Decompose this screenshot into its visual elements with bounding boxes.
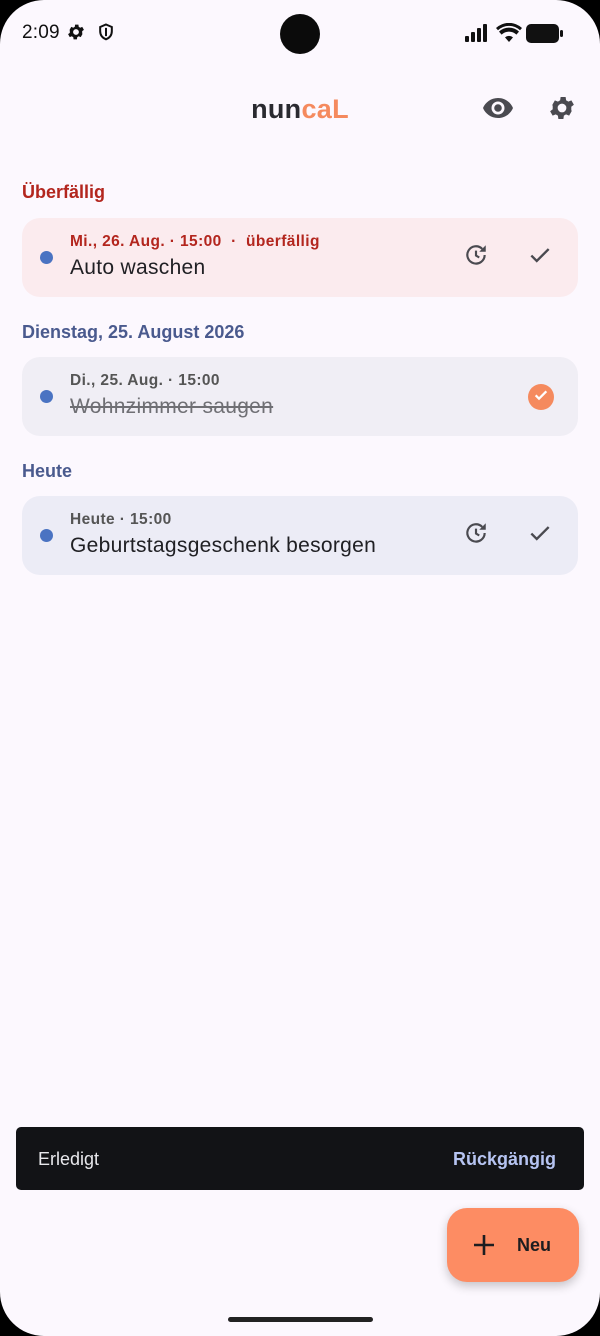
task-title: Auto waschen [70,256,206,279]
section-header-date: Dienstag, 25. August 2026 [22,322,245,342]
new-task-fab[interactable]: Neu [447,1208,579,1282]
reschedule-icon [463,520,489,551]
reschedule-button[interactable] [456,515,496,555]
visibility-button[interactable] [476,88,520,132]
top-app-bar: nuncaL [0,80,600,140]
settings-button[interactable] [540,88,584,132]
gear-icon [66,22,88,44]
wifi-icon [496,22,522,45]
home-indicator[interactable] [228,1317,373,1322]
section-header-overdue: Überfällig [22,182,106,202]
task-title: Geburtstagsgeschenk besorgen [70,534,377,557]
status-time: 2:09 [22,22,60,43]
snackbar-message: Erledigt [38,1149,100,1169]
app-title-part-2: caL [301,94,349,124]
task-dot [40,529,53,542]
check-icon [527,242,553,273]
plus-icon [471,1232,497,1258]
section-header-today: Heute [22,461,73,481]
task-meta: Heute · 15:00 [70,511,172,528]
task-card-done[interactable]: Di., 25. Aug. · 15:00 Wohnzimmer saugen [22,357,578,436]
battery-icon [526,24,566,46]
fab-label: Neu [517,1235,552,1255]
completed-toggle[interactable] [528,384,554,410]
task-title: Wohnzimmer saugen [70,395,274,418]
task-dot [40,251,53,264]
complete-button[interactable] [520,515,560,555]
task-card-today[interactable]: Heute · 15:00 Geburtstagsgeschenk besorg… [22,496,578,575]
shield-icon [96,22,118,44]
undo-button[interactable]: Rückgängig [453,1149,556,1170]
check-circle-icon [533,387,549,408]
task-dot [40,390,53,403]
check-icon [527,520,553,551]
eye-icon [482,97,514,124]
screen: 2:09 nuncaL Überfällig Mi., 26. Aug. · 1… [0,0,600,1336]
task-meta: Di., 25. Aug. · 15:00 [70,372,220,389]
settings-gear-icon [547,93,577,128]
task-meta: Mi., 26. Aug. · 15:00 · überfällig [70,233,320,250]
reschedule-icon [463,242,489,273]
task-card-overdue[interactable]: Mi., 26. Aug. · 15:00 · überfällig Auto … [22,218,578,297]
complete-button[interactable] [520,237,560,277]
reschedule-button[interactable] [456,237,496,277]
app-title-part-1: nun [251,94,302,124]
status-bar: 2:09 [0,0,600,68]
snackbar: Erledigt Rückgängig [16,1127,584,1190]
cell-signal-icon [464,24,487,46]
front-camera [280,14,320,54]
